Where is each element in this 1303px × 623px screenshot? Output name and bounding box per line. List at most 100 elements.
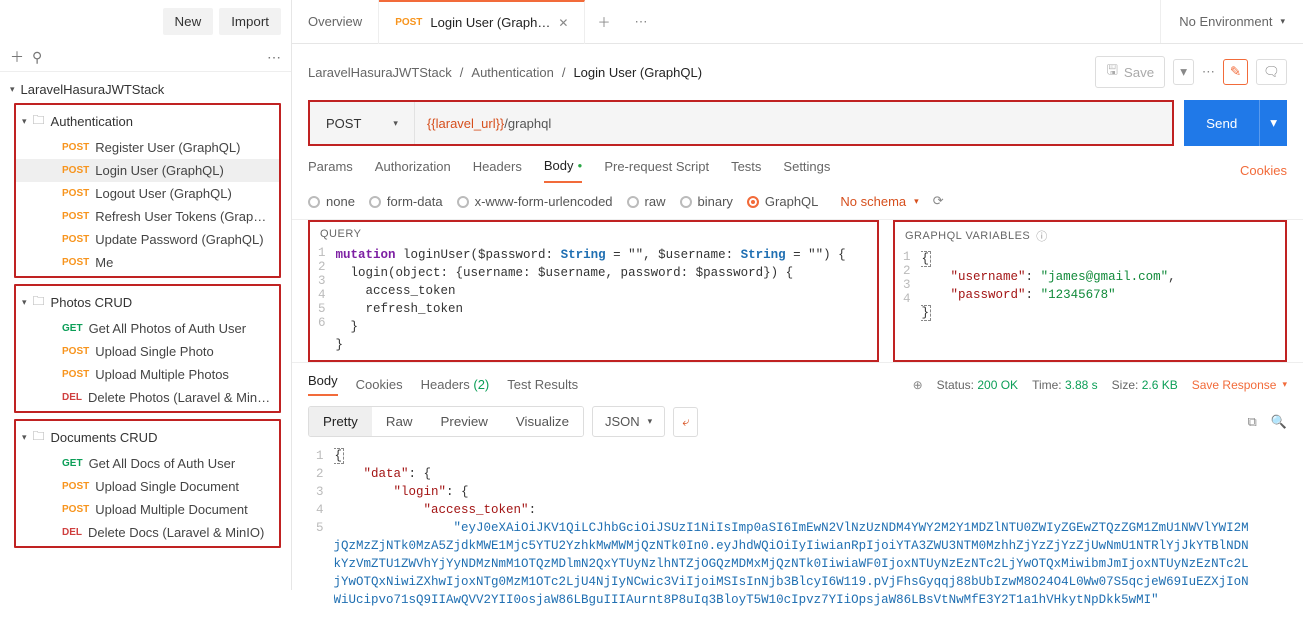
query-editor[interactable]: QUERY 123456 mutation loginUser($passwor… [308, 220, 879, 362]
more-icon[interactable]: ⋯ [1202, 64, 1215, 80]
save-dropdown[interactable]: ▾ [1173, 59, 1194, 85]
crumb[interactable]: Authentication [471, 65, 553, 80]
network-icon[interactable]: ⊕ [913, 378, 923, 392]
sidebar-folder[interactable]: ▾🗀Photos CRUD [16, 288, 279, 317]
sidebar-request[interactable]: POSTUpload Multiple Photos [16, 363, 279, 386]
tab-overview[interactable]: Overview [292, 0, 379, 44]
resp-tab-tests[interactable]: Test Results [507, 377, 578, 392]
sidebar-request[interactable]: POSTUpload Multiple Document [16, 498, 279, 521]
add-icon[interactable]: ＋ [10, 47, 24, 67]
tab-prerequest[interactable]: Pre-request Script [604, 159, 709, 182]
sidebar-request[interactable]: POSTUpload Single Document [16, 475, 279, 498]
sidebar-request[interactable]: DELDelete Docs (Laravel & MinIO) [16, 521, 279, 544]
method-select[interactable]: POST ▾ [310, 102, 415, 144]
sidebar-request[interactable]: GETGet All Docs of Auth User [16, 452, 279, 475]
add-tab-icon[interactable]: ＋ [585, 12, 622, 31]
bodytype-graphql[interactable]: GraphQL [747, 194, 818, 209]
tab-params[interactable]: Params [308, 159, 353, 182]
sidebar-request[interactable]: POST Me [16, 251, 279, 274]
request-name: Update Password (GraphQL) [95, 232, 263, 247]
environment-select[interactable]: No Environment ▾ [1160, 0, 1303, 43]
bodytype-none[interactable]: none [308, 194, 355, 209]
sidebar-group: ▾🗀Authentication POST Register User (Graph… [14, 103, 281, 278]
resp-tab-cookies[interactable]: Cookies [356, 377, 403, 392]
copy-icon[interactable]: ⧉ [1248, 414, 1257, 430]
method-badge: GET [62, 458, 83, 469]
comment-icon[interactable]: 🗨 [1256, 59, 1287, 85]
url-input[interactable]: {{laravel_url}}/graphql [415, 102, 1172, 144]
tab-body[interactable]: Body [544, 158, 582, 183]
collection-name: LaravelHasuraJWTStack [21, 82, 165, 97]
bodytype-formdata[interactable]: form-data [369, 194, 443, 209]
sidebar-folder[interactable]: ▾🗀Documents CRUD [16, 423, 279, 452]
wrap-icon[interactable]: ⤶ [673, 407, 698, 437]
method-badge: POST [62, 257, 89, 268]
tab-active[interactable]: POST Login User (Graph… ✕ [379, 0, 585, 44]
method-badge: POST [62, 346, 89, 357]
tab-settings[interactable]: Settings [783, 159, 830, 182]
view-visualize[interactable]: Visualize [502, 407, 583, 436]
folder-icon: 🗀 [33, 292, 45, 313]
sidebar-request[interactable]: DELDelete Photos (Laravel & MinI… [16, 386, 279, 409]
tab-label: Login User (Graph… [430, 15, 550, 30]
view-raw[interactable]: Raw [372, 407, 427, 436]
tab-more-icon[interactable]: ⋯ [622, 14, 659, 30]
edit-icon[interactable]: ✎ [1223, 59, 1248, 85]
sidebar-request[interactable]: POST Update Password (GraphQL) [16, 228, 279, 251]
request-name: Me [95, 255, 113, 270]
import-button[interactable]: Import [219, 8, 281, 35]
save-response[interactable]: Save Response ▾ [1192, 378, 1287, 392]
filter-icon[interactable]: ⚲ [32, 49, 42, 66]
close-icon[interactable]: ✕ [558, 16, 568, 30]
sidebar-request[interactable]: POSTUpload Single Photo [16, 340, 279, 363]
method-badge: POST [62, 234, 89, 245]
request-name: Register User (GraphQL) [95, 140, 240, 155]
status-code: 200 OK [977, 378, 1018, 392]
request-name: Upload Multiple Document [95, 502, 247, 517]
chevron-down-icon: ▾ [22, 297, 27, 308]
schema-select[interactable]: No schema▾ [840, 194, 918, 209]
bodytype-binary[interactable]: binary [680, 194, 733, 209]
format-select[interactable]: JSON▾ [592, 406, 665, 437]
request-name: Refresh User Tokens (Graph… [95, 209, 271, 224]
response-body[interactable]: 12345 { "data": { "login": { "access_tok… [292, 447, 1303, 623]
method-badge: POST [62, 142, 89, 153]
request-name: Delete Photos (Laravel & MinI… [88, 390, 271, 405]
method-badge: POST [62, 188, 89, 199]
resp-tab-body[interactable]: Body [308, 373, 338, 396]
sidebar-folder[interactable]: ▾🗀Authentication [16, 107, 279, 136]
bodytype-xform[interactable]: x-www-form-urlencoded [457, 194, 613, 209]
response-tabs: Body Cookies Headers (2) Test Results ⊕ … [292, 362, 1303, 396]
send-button[interactable]: Send [1184, 100, 1259, 146]
tab-authorization[interactable]: Authorization [375, 159, 451, 182]
time-value: 3.88 s [1065, 378, 1098, 392]
search-icon[interactable]: 🔍 [1271, 414, 1287, 430]
sidebar-request[interactable]: POST Logout User (GraphQL) [16, 182, 279, 205]
request-name: Logout User (GraphQL) [95, 186, 232, 201]
request-subtabs: Params Authorization Headers Body Pre-re… [292, 146, 1303, 183]
refresh-icon[interactable]: ⟳ [933, 193, 944, 209]
tab-tests[interactable]: Tests [731, 159, 761, 182]
collection-row[interactable]: ▾ LaravelHasuraJWTStack [0, 78, 291, 101]
view-preview[interactable]: Preview [426, 407, 501, 436]
new-button[interactable]: New [163, 8, 214, 35]
info-icon[interactable]: ⓘ [1036, 228, 1048, 244]
crumb[interactable]: LaravelHasuraJWTStack [308, 65, 452, 80]
sidebar-request[interactable]: POSTRefresh User Tokens (Graph… [16, 205, 279, 228]
main: Overview POST Login User (Graph… ✕ ＋ ⋯ N… [292, 0, 1303, 590]
sidebar-request[interactable]: POSTLogin User (GraphQL) [16, 159, 279, 182]
sidebar-request[interactable]: GETGet All Photos of Auth User [16, 317, 279, 340]
cookies-link[interactable]: Cookies [1240, 163, 1287, 178]
url-path: /graphql [504, 116, 551, 131]
sidebar-request[interactable]: POST Register User (GraphQL) [16, 136, 279, 159]
resp-tab-headers[interactable]: Headers (2) [421, 377, 490, 392]
save-button[interactable]: 🖫 Save [1095, 56, 1165, 88]
more-icon[interactable]: ⋯ [267, 49, 281, 66]
tab-headers[interactable]: Headers [473, 159, 522, 182]
send-dropdown[interactable]: ▾ [1259, 100, 1287, 146]
variables-title: GRAPHQL VARIABLES [905, 230, 1030, 242]
bodytype-raw[interactable]: raw [627, 194, 666, 209]
view-pretty[interactable]: Pretty [309, 407, 372, 436]
folder-name: Authentication [51, 114, 133, 129]
variables-editor[interactable]: GRAPHQL VARIABLES ⓘ 1234 { "username": "… [893, 220, 1287, 362]
